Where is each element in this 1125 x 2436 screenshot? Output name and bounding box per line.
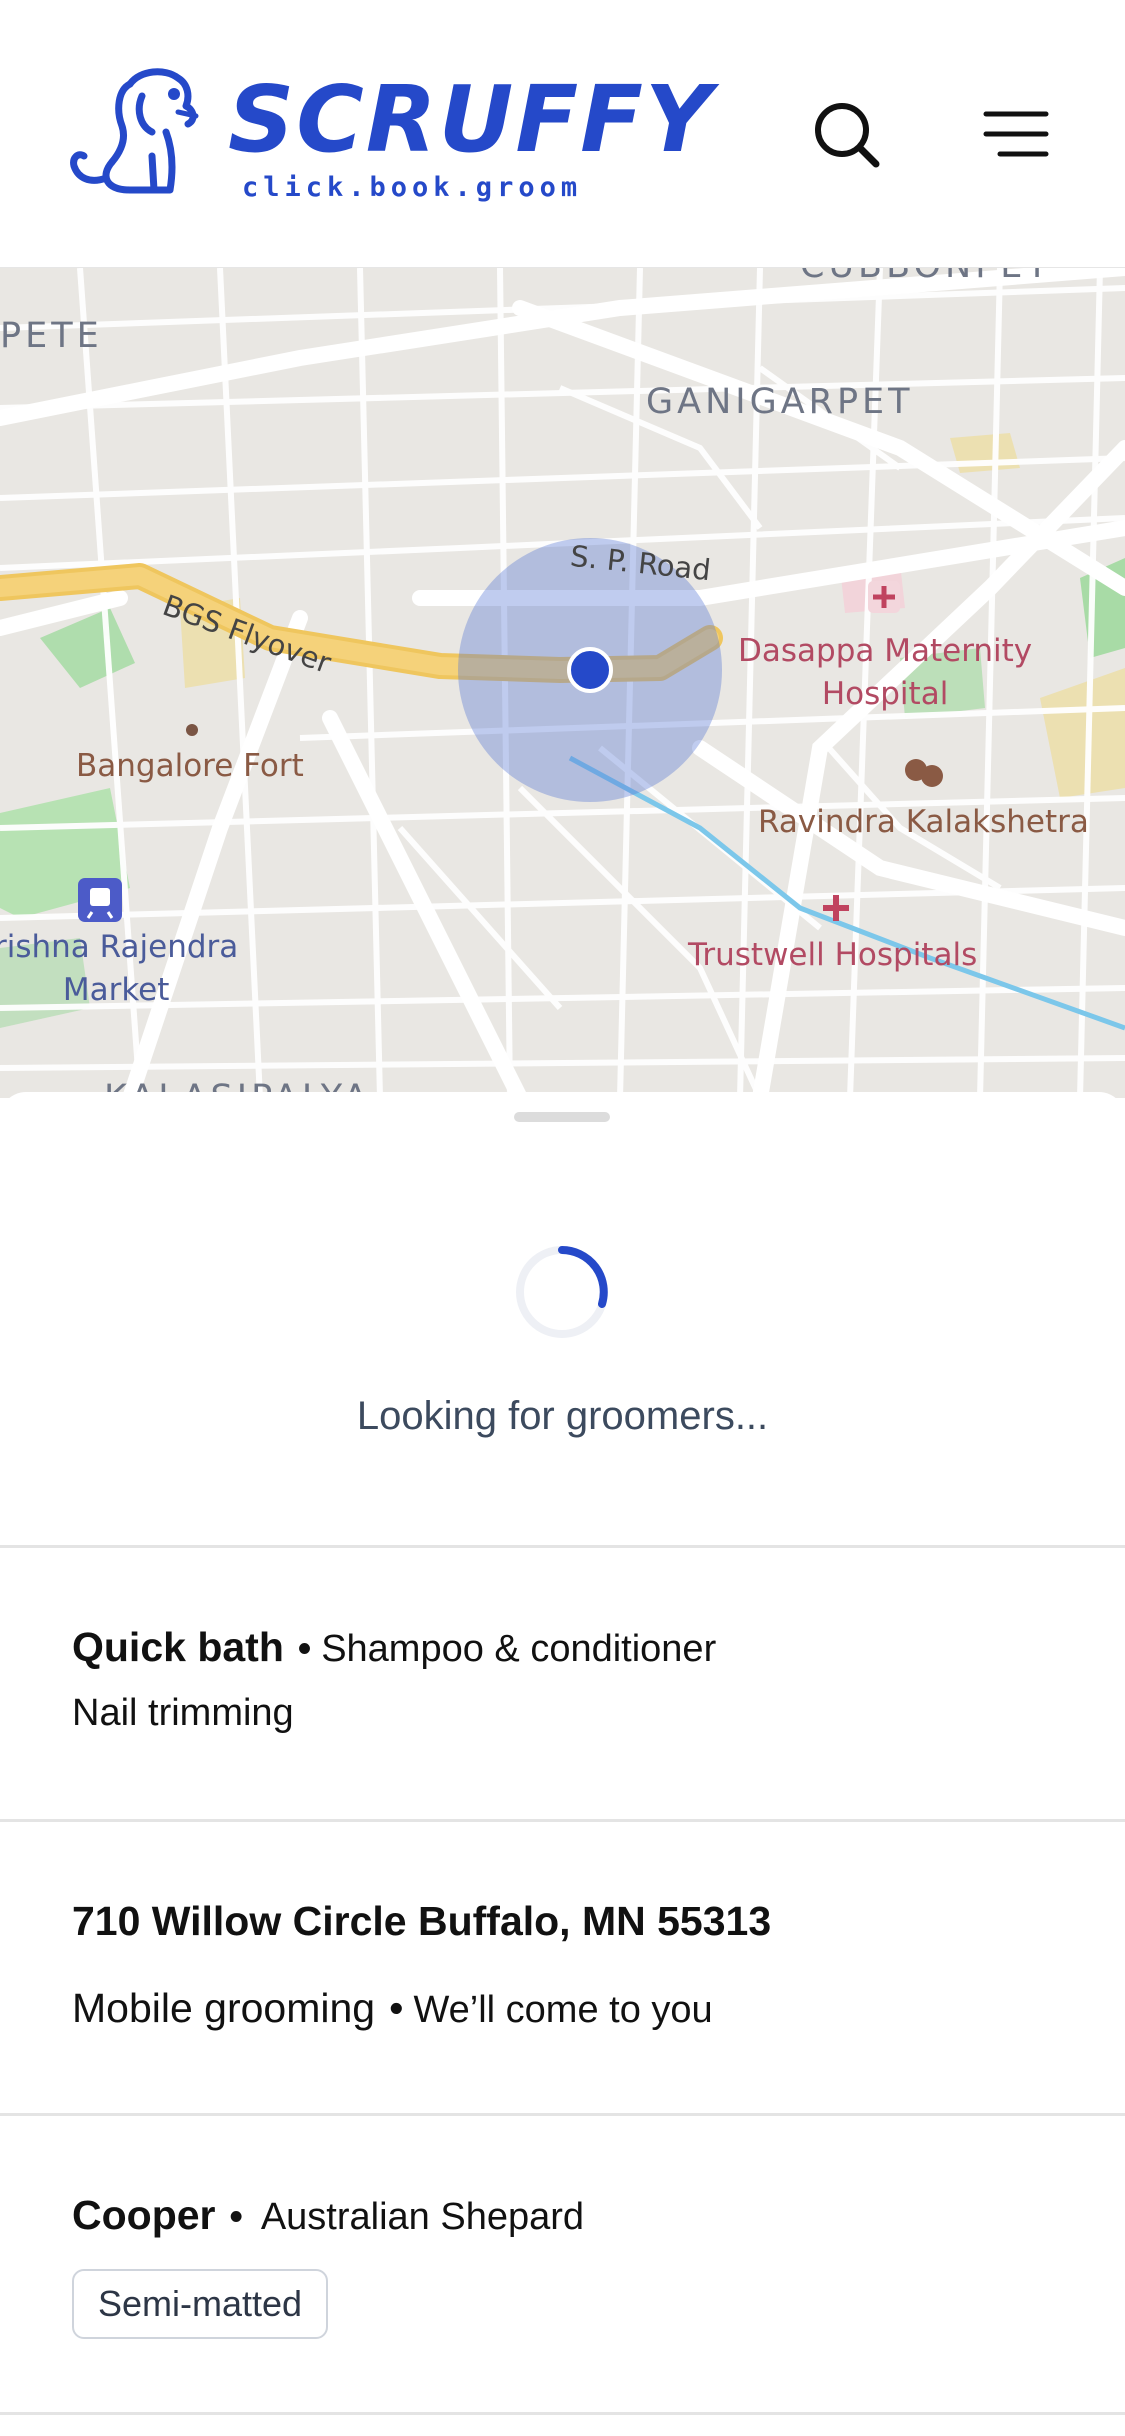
grooming-mode-detail: We’ll come to you — [413, 1989, 713, 2031]
divider — [0, 2113, 1125, 2116]
coat-condition-badge: Semi-matted — [72, 2269, 329, 2339]
map-label-area: GANIGARPET — [646, 382, 914, 422]
logo-wordmark: SCRUFFY — [228, 66, 714, 173]
pet-summary[interactable]: Cooper • Australian Shepard — [72, 2192, 584, 2239]
map-label-poi[interactable]: Ravindra Kalakshetra — [758, 804, 1089, 840]
pet-breed: Australian Shepard — [260, 2196, 585, 2238]
divider — [0, 2412, 1125, 2415]
grooming-mode-label: Mobile grooming — [72, 1985, 376, 2031]
service-detail-line: Nail trimming — [72, 1692, 294, 1734]
app-header: SCRUFFY click.book.groom — [0, 0, 1125, 268]
search-icon[interactable] — [812, 100, 882, 170]
scruffy-logo[interactable]: SCRUFFY click.book.groom — [70, 66, 712, 206]
service-detail: Shampoo & conditioner — [321, 1628, 717, 1670]
logo-tagline: click.book.groom — [242, 172, 583, 203]
map-label-poi[interactable]: Bangalore Fort — [76, 748, 304, 784]
hamburger-menu-icon[interactable] — [982, 100, 1052, 170]
map-label-hospital[interactable]: Dasappa Maternity Hospital — [738, 630, 1032, 716]
pet-name: Cooper — [72, 2192, 216, 2238]
map-label-area: CUBBONPET — [800, 268, 1052, 286]
current-location-dot — [567, 647, 613, 693]
divider — [0, 1545, 1125, 1548]
sheet-drag-handle[interactable] — [514, 1112, 610, 1122]
bottom-sheet: Looking for groomers... Quick bath • Shamp… — [0, 1092, 1125, 2436]
separator: • — [389, 1985, 404, 2031]
address-line[interactable]: 710 Willow Circle Buffalo, MN 55313 — [72, 1898, 771, 1945]
divider — [0, 1819, 1125, 1822]
service-summary[interactable]: Quick bath • Shampoo & conditioner — [72, 1624, 716, 1671]
map-label-area: PETE — [0, 316, 103, 356]
hospital-marker-icon — [868, 581, 900, 613]
grooming-mode: Mobile grooming • We’ll come to you — [72, 1985, 713, 2032]
separator: • — [297, 1628, 312, 1670]
service-name: Quick bath — [72, 1624, 284, 1670]
loading-spinner-icon — [516, 1246, 608, 1338]
search-status-text: Looking for groomers... — [356, 1394, 769, 1438]
map-label-hospital[interactable]: Trustwell Hospitals — [688, 934, 977, 977]
separator: • — [229, 2196, 243, 2238]
map-view[interactable]: PETE CUBBONPET GANIGARPET S. P. Road BGS… — [0, 268, 1125, 1098]
map-label-market[interactable]: rishna Rajendra Market — [0, 926, 238, 1012]
dog-logo-icon — [70, 68, 199, 194]
metro-station-icon — [78, 878, 122, 922]
